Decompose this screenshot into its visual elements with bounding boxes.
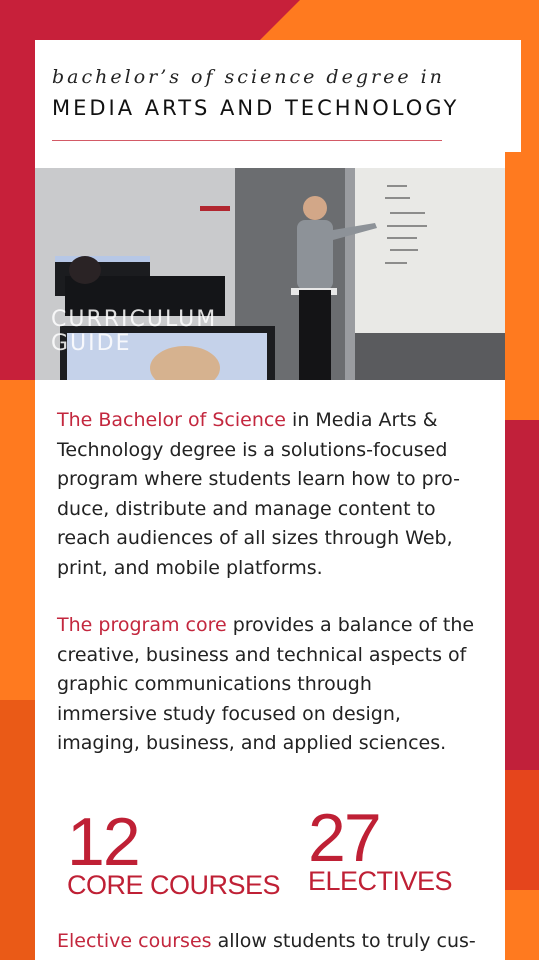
core-courses-number: 12 — [67, 804, 141, 880]
curriculum-guide-label: CURRICULUM GUIDE — [51, 307, 218, 356]
intro-highlight: The Bachelor of Science — [57, 409, 286, 431]
electives-number: 27 — [308, 800, 382, 876]
core-highlight: The program core — [57, 614, 227, 636]
program-title: MEDIA ARTS AND TECHNOLOGY — [52, 96, 460, 120]
intro-paragraph: The Bachelor of Science in Media Arts & … — [57, 406, 477, 583]
background-red-band-right — [499, 420, 539, 800]
degree-subtitle: bachelor’s of science degree in — [52, 66, 445, 88]
classroom-photo: CURRICULUM GUIDE — [35, 168, 505, 380]
electives-highlight: Elective courses — [57, 930, 212, 952]
background-orange-band-right — [499, 770, 539, 890]
intro-text: in Media Arts & Technology degree is a s… — [57, 409, 460, 579]
title-divider — [52, 140, 442, 141]
header-box: bachelor’s of science degree in MEDIA AR… — [35, 40, 521, 152]
brochure-card: bachelor’s of science degree in MEDIA AR… — [35, 40, 521, 960]
core-courses-stat: 12 CORE COURSES — [67, 804, 281, 900]
electives-paragraph: Elective courses allow students to truly… — [57, 927, 477, 957]
core-courses-label: CORE COURSES — [67, 870, 281, 900]
electives-label: ELECTIVES — [308, 866, 453, 896]
electives-text: allow students to truly cus- — [211, 930, 476, 952]
background-orange-band-left — [0, 700, 40, 960]
electives-stat: 27 ELECTIVES — [308, 800, 453, 896]
core-paragraph: The program core provides a balance of t… — [57, 611, 477, 759]
background-red-band-left — [0, 80, 40, 380]
